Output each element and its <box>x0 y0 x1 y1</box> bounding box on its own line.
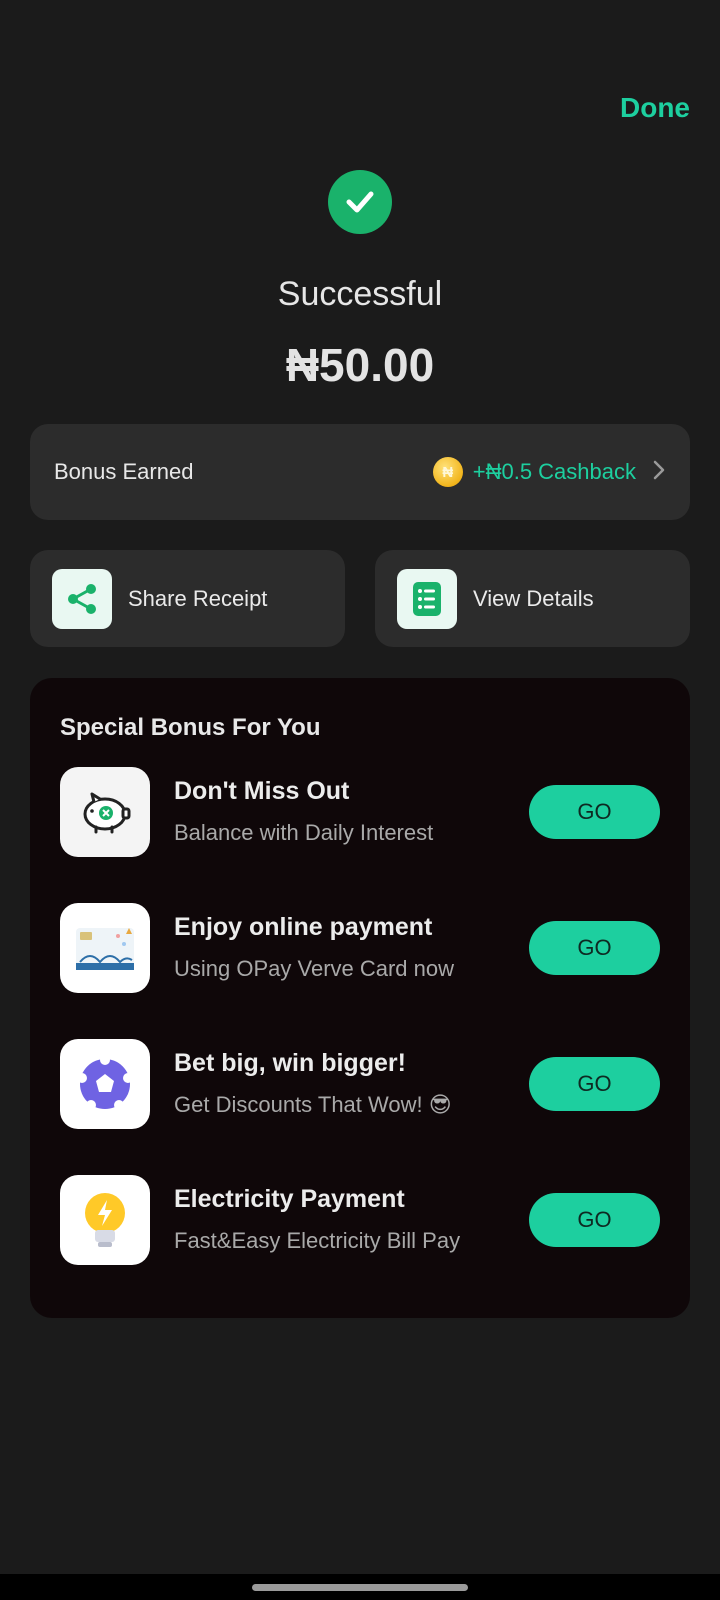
light-bulb-icon <box>60 1175 150 1265</box>
go-button[interactable]: GO <box>529 1057 660 1111</box>
go-button[interactable]: GO <box>529 785 660 839</box>
success-check-icon <box>328 170 392 234</box>
amount: ₦50.00 <box>285 339 435 391</box>
status-text: Successful <box>277 275 443 313</box>
details-list-icon <box>397 568 457 629</box>
card-icon <box>60 903 150 993</box>
promo-subtitle: Using OPay Verve Card now <box>174 956 455 981</box>
promo-item[interactable]: Don't Miss Out Balance with Daily Intere… <box>60 767 660 857</box>
done-button[interactable]: Done <box>620 92 690 124</box>
special-bonus-title: Special Bonus For You <box>60 714 321 741</box>
share-receipt-label: Share Receipt <box>128 585 268 611</box>
special-bonus-panel: Special Bonus For You Don't Miss Out Bal… <box>30 678 690 1318</box>
promo-title: Bet big, win bigger! <box>174 1049 406 1077</box>
share-icon <box>52 568 112 629</box>
chevron-right-icon <box>652 459 666 486</box>
promo-item[interactable]: Bet big, win bigger! Get Discounts That … <box>60 1039 660 1129</box>
bonus-label: Bonus Earned <box>54 459 194 484</box>
promo-title: Electricity Payment <box>174 1185 405 1213</box>
share-receipt-button[interactable]: Share Receipt <box>30 550 345 647</box>
promo-item[interactable]: Electricity Payment Fast&Easy Electricit… <box>60 1175 660 1265</box>
promo-subtitle: Balance with Daily Interest <box>174 820 434 845</box>
go-button[interactable]: GO <box>529 1193 660 1247</box>
go-button[interactable]: GO <box>529 921 660 975</box>
promo-title: Enjoy online payment <box>174 913 433 941</box>
promo-subtitle: Fast&Easy Electricity Bill Pay <box>174 1228 461 1253</box>
promo-title: Don't Miss Out <box>174 777 350 805</box>
piggy-bank-icon <box>60 767 150 857</box>
home-indicator[interactable] <box>252 1584 468 1591</box>
coin-icon: ₦ <box>432 457 463 487</box>
navigation-bar <box>0 1574 720 1600</box>
view-details-label: View Details <box>473 585 594 611</box>
promo-item[interactable]: Enjoy online payment Using OPay Verve Ca… <box>60 903 660 993</box>
promo-subtitle: Get Discounts That Wow! 😎 <box>174 1092 452 1117</box>
bonus-earned-row[interactable]: Bonus Earned ₦ +₦0.5 Cashback <box>30 424 690 520</box>
bonus-value: +₦0.5 Cashback <box>472 459 636 484</box>
soccer-ball-icon <box>60 1039 150 1129</box>
view-details-button[interactable]: View Details <box>375 550 690 647</box>
